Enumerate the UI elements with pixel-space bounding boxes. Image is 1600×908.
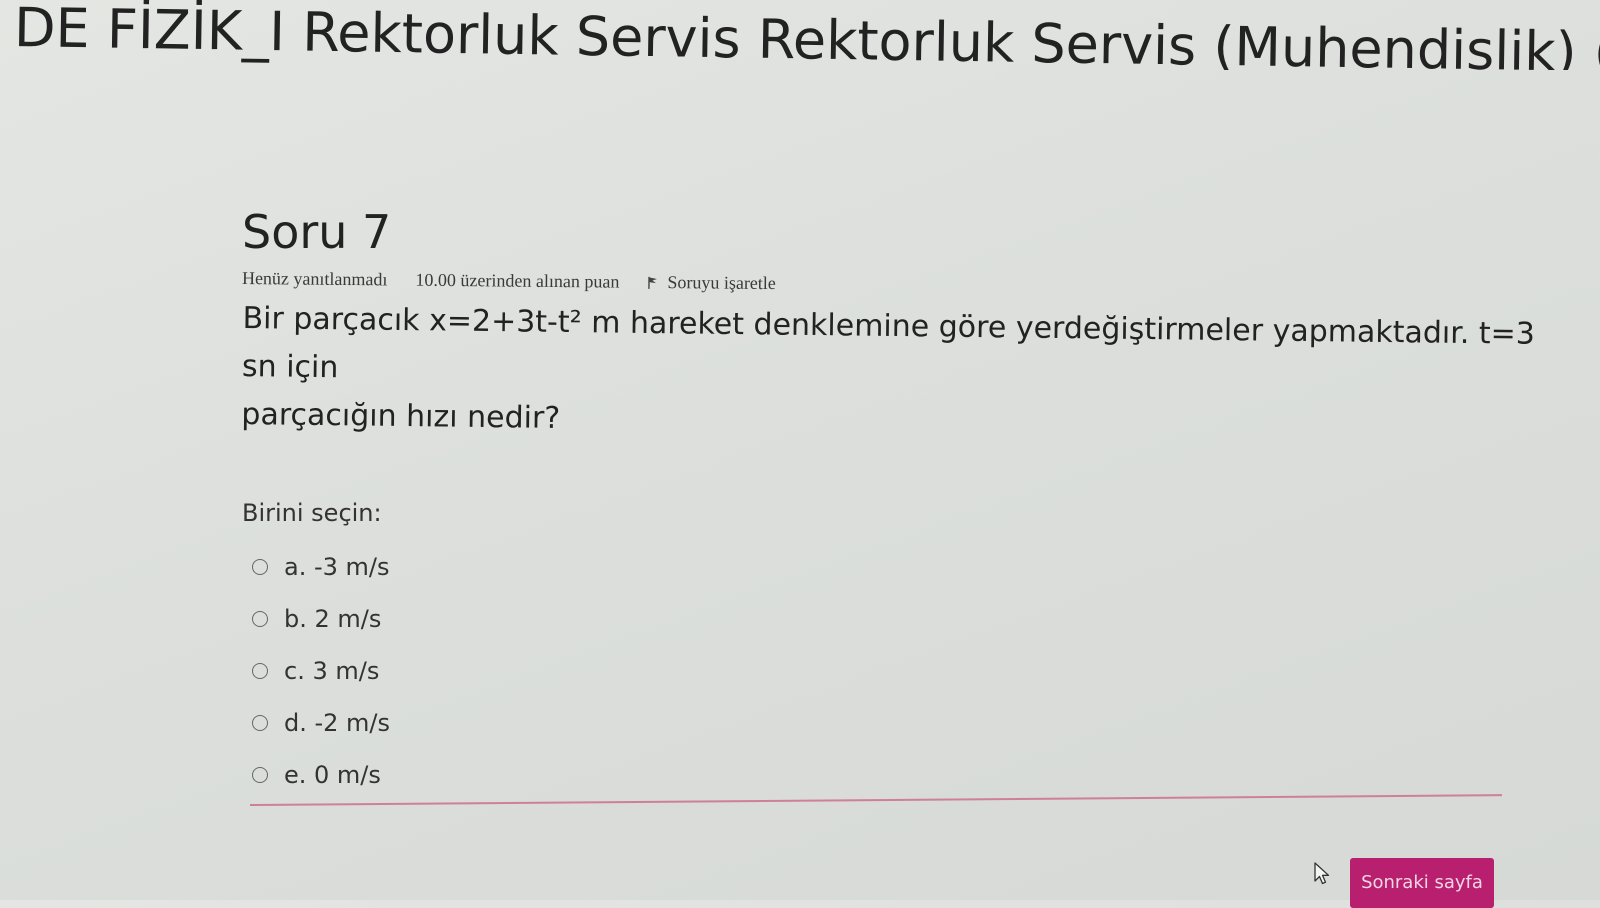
- question-text: Bir parçacık x=2+3t-t² m hareket denklem…: [241, 295, 1543, 455]
- answer-option-c[interactable]: c. 3 m/s: [242, 645, 1542, 697]
- flag-icon: [648, 276, 658, 289]
- answer-label: c. 3 m/s: [284, 657, 380, 685]
- answer-list: a. -3 m/s b. 2 m/s c. 3 m/s d. -2 m/s e.…: [242, 541, 1542, 801]
- flag-question-link[interactable]: Soruyu işaretle: [647, 272, 804, 295]
- answer-option-a[interactable]: a. -3 m/s: [242, 541, 1542, 593]
- question-title: Soru 7: [242, 205, 392, 259]
- radio-button[interactable]: [252, 767, 268, 783]
- radio-button[interactable]: [252, 715, 268, 731]
- question-points: 10.00 üzerinden alınan puan: [415, 269, 620, 292]
- question-text-line1: Bir parçacık x=2+3t-t² m hareket denklem…: [241, 301, 1536, 386]
- answer-prompt: Birini seçin:: [242, 499, 382, 527]
- answer-label: d. -2 m/s: [284, 709, 391, 737]
- answer-option-e[interactable]: e. 0 m/s: [242, 749, 1542, 801]
- answer-option-b[interactable]: b. 2 m/s: [242, 593, 1542, 645]
- radio-button[interactable]: [252, 559, 268, 575]
- answer-label: a. -3 m/s: [284, 553, 390, 581]
- answer-label: e. 0 m/s: [284, 761, 381, 789]
- answer-option-d[interactable]: d. -2 m/s: [242, 697, 1542, 749]
- next-page-button[interactable]: Sonraki sayfa: [1350, 858, 1494, 908]
- question-text-line2: parçacığın hızı nedir?: [241, 396, 561, 436]
- course-title: DE FİZİK_I Rektorluk Servis Rektorluk Se…: [14, 0, 1600, 70]
- course-header: DE FİZİK_I Rektorluk Servis Rektorluk Se…: [14, 0, 1600, 70]
- radio-button[interactable]: [252, 663, 268, 679]
- mouse-cursor-icon: [1314, 862, 1330, 885]
- flag-question-label: Soruyu işaretle: [667, 272, 776, 294]
- question-block: Soru 7 Henüz yanıtlanmadı 10.00 üzerinde…: [241, 204, 1543, 801]
- answer-label: b. 2 m/s: [284, 605, 382, 633]
- question-status: Henüz yanıtlanmadı: [241, 268, 388, 290]
- radio-button[interactable]: [252, 611, 268, 627]
